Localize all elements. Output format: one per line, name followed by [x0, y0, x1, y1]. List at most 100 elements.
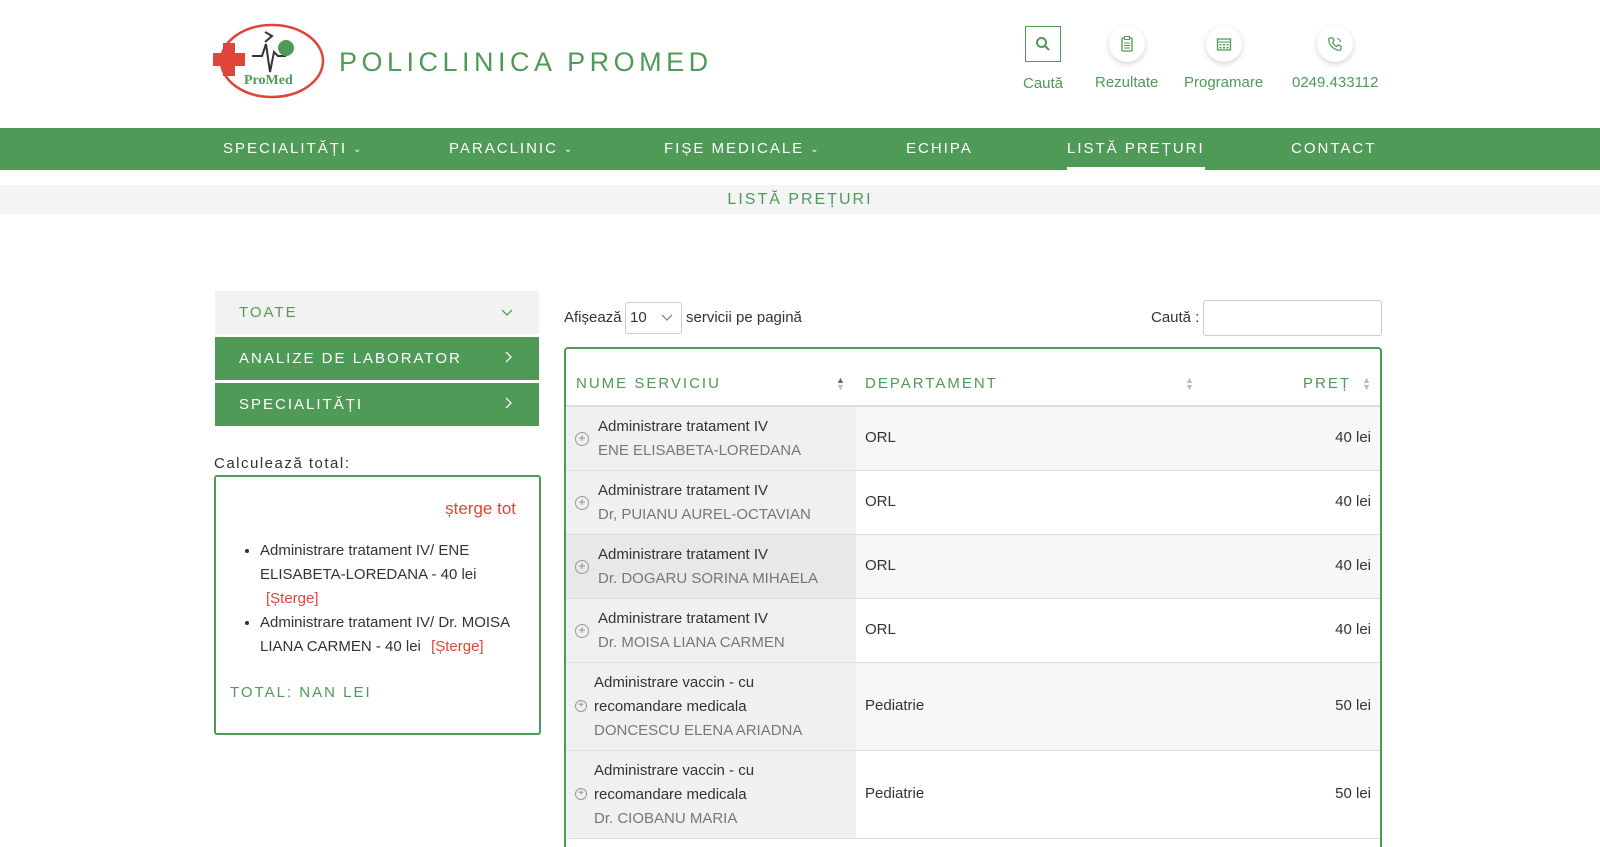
- sort-asc-icon[interactable]: ▲ ▼: [836, 376, 845, 392]
- filter-label: SPECIALITĂȚI: [239, 396, 364, 413]
- header-appointment[interactable]: Programare: [1184, 26, 1263, 91]
- filter-analize-laborator[interactable]: ANALIZE DE LABORATOR: [215, 337, 539, 380]
- nav-label: SPECIALITĂȚI: [223, 140, 348, 157]
- logo-text: ProMed: [244, 73, 293, 88]
- price: 40 lei: [1335, 557, 1371, 574]
- filter-label: TOATE: [239, 304, 298, 321]
- nav-echipa[interactable]: ECHIPA: [906, 128, 973, 170]
- document-icon: [1108, 26, 1145, 62]
- remove-item-link[interactable]: [Șterge]: [431, 638, 484, 655]
- service-name: Administrare tratament IV Dr. DOGARU SORI…: [598, 543, 818, 591]
- service-title-line1: Administrare vaccin - cu: [594, 762, 755, 779]
- nav-label: LISTĂ PREȚURI: [1067, 140, 1205, 157]
- expand-row-icon[interactable]: +: [575, 432, 589, 446]
- service-title-line1: Administrare vaccin - cu: [594, 674, 755, 691]
- department: Pediatrie: [865, 697, 925, 714]
- header-phone[interactable]: 0249.433112: [1292, 26, 1378, 91]
- header-search[interactable]: Caută: [1023, 26, 1063, 92]
- nav-label: ECHIPA: [906, 140, 973, 157]
- clear-all-link[interactable]: șterge tot: [445, 499, 516, 519]
- expand-row-icon[interactable]: +: [575, 700, 587, 712]
- remove-item-link[interactable]: [Șterge]: [266, 590, 319, 607]
- filter-specialitati[interactable]: SPECIALITĂȚI: [215, 383, 539, 426]
- nav-lista-preturi[interactable]: LISTĂ PREȚURI: [1067, 128, 1205, 170]
- calc-item: Administrare tratament IV/ ENE ELISABETA…: [260, 539, 530, 611]
- promed-logo[interactable]: ProMed: [212, 22, 326, 100]
- chevron-down-icon: [501, 291, 513, 334]
- expand-row-icon[interactable]: +: [575, 788, 587, 800]
- site-header: ProMed POLICLINICA PROMED Caută Rezultat…: [0, 0, 1600, 128]
- price: 40 lei: [1335, 621, 1371, 638]
- page-size-select[interactable]: 10: [625, 302, 682, 334]
- col-pret[interactable]: PREȚ: [1303, 375, 1351, 392]
- calendar-icon: [1205, 26, 1242, 62]
- service-title-line2: recomandare medicala: [594, 698, 747, 715]
- department: ORL: [865, 621, 896, 638]
- department: ORL: [865, 557, 896, 574]
- search-icon: [1025, 26, 1062, 62]
- total-value: TOTAL: NAN LEI: [230, 684, 372, 701]
- price: 50 lei: [1335, 697, 1371, 714]
- page-size-value: 10: [630, 309, 647, 326]
- header-search-label: Caută: [1023, 75, 1064, 92]
- brand-name[interactable]: POLICLINICA PROMED: [339, 47, 713, 78]
- nav-label: FIȘE MEDICALE: [664, 140, 805, 157]
- header-appointment-label: Programare: [1184, 74, 1264, 91]
- col-departament[interactable]: DEPARTAMENT: [865, 375, 998, 392]
- calc-item-text: Administrare tratament IV/ ENE ELISABETA…: [260, 542, 477, 583]
- per-page-label: servicii pe pagină: [686, 309, 802, 326]
- price-table: NUME SERVICIU ▲ ▼ DEPARTAMENT ▲ ▼ PREȚ ▲ ▼ …: [564, 347, 1382, 847]
- chevron-down-icon: ⌄: [810, 144, 821, 155]
- doctor-name: Dr. DOGARU SORINA MIHAELA: [598, 570, 819, 587]
- table-row[interactable]: + Administrare tratament IV ENE ELISABETA…: [566, 407, 1380, 471]
- service-name: Administrare vaccin - cu recomandare medi…: [594, 671, 802, 743]
- chevron-down-icon: ⌄: [353, 144, 364, 155]
- calc-items-list: Administrare tratament IV/ ENE ELISABETA…: [260, 539, 530, 659]
- table-row[interactable]: + Administrare tratament IV Dr. DOGARU SO…: [566, 535, 1380, 599]
- filter-label: ANALIZE DE LABORATOR: [239, 350, 462, 367]
- main-nav: SPECIALITĂȚI ⌄ PARACLINIC ⌄ FIȘE MEDICALE ⌄…: [0, 128, 1600, 170]
- chevron-down-icon: [661, 303, 673, 333]
- chevron-down-icon: ⌄: [563, 144, 575, 155]
- service-title: Administrare tratament IV: [598, 482, 769, 499]
- calc-total-label: Calculează total:: [214, 455, 351, 472]
- service-title: Administrare tratament IV: [598, 418, 769, 435]
- expand-row-icon[interactable]: +: [575, 560, 589, 574]
- nav-paraclinic[interactable]: PARACLINIC ⌄: [449, 128, 574, 170]
- price: 40 lei: [1335, 493, 1371, 510]
- price: 50 lei: [1335, 785, 1371, 802]
- page-title: LISTĂ PREȚURI: [0, 185, 1600, 214]
- nav-label: CONTACT: [1291, 140, 1377, 157]
- sort-icon[interactable]: ▲ ▼: [1185, 376, 1194, 392]
- doctor-name: ENE ELISABETA-LOREDANA: [598, 442, 802, 459]
- col-nume-serviciu[interactable]: NUME SERVICIU: [576, 375, 721, 392]
- header-results[interactable]: Rezultate: [1095, 26, 1158, 91]
- filter-toate[interactable]: TOATE: [215, 291, 539, 334]
- department: Pediatrie: [865, 785, 925, 802]
- table-row[interactable]: + Administrare tratament IV Dr. MOISA LIA…: [566, 599, 1380, 663]
- doctor-name: Dr. MOISA LIANA CARMEN: [598, 634, 785, 651]
- table-row[interactable]: + Administrare vaccin - cu recomandare me…: [566, 663, 1380, 751]
- table-search-label: Caută :: [1151, 309, 1200, 326]
- table-header: NUME SERVICIU ▲ ▼ DEPARTAMENT ▲ ▼ PREȚ ▲ ▼: [566, 349, 1380, 407]
- department: ORL: [865, 429, 896, 446]
- service-title: Administrare tratament IV: [598, 610, 769, 627]
- nav-label: PARACLINIC: [449, 140, 558, 157]
- calc-item: Administrare tratament IV/ Dr. MOISA LIA…: [260, 611, 530, 659]
- table-search-input[interactable]: [1203, 300, 1382, 336]
- sort-icon[interactable]: ▲ ▼: [1362, 376, 1371, 392]
- expand-row-icon[interactable]: +: [575, 496, 589, 510]
- service-title: Administrare tratament IV: [598, 546, 769, 563]
- show-label: Afișează: [564, 309, 622, 326]
- calc-total-box: șterge tot Administrare tratament IV/ EN…: [214, 475, 541, 735]
- nav-fise-medicale[interactable]: FIȘE MEDICALE ⌄: [664, 128, 821, 170]
- nav-contact[interactable]: CONTACT: [1291, 128, 1376, 170]
- nav-specialitati[interactable]: SPECIALITĂȚI ⌄: [223, 128, 363, 170]
- table-row[interactable]: + Administrare vaccin - cu recomandare me…: [566, 751, 1380, 839]
- price: 40 lei: [1335, 429, 1371, 446]
- expand-row-icon[interactable]: +: [575, 624, 589, 638]
- department: ORL: [865, 493, 896, 510]
- service-name: Administrare vaccin - cu recomandare medi…: [594, 759, 754, 831]
- service-title-line2: recomandare medicala: [594, 786, 747, 803]
- table-row[interactable]: + Administrare tratament IV Dr, PUIANU AU…: [566, 471, 1380, 535]
